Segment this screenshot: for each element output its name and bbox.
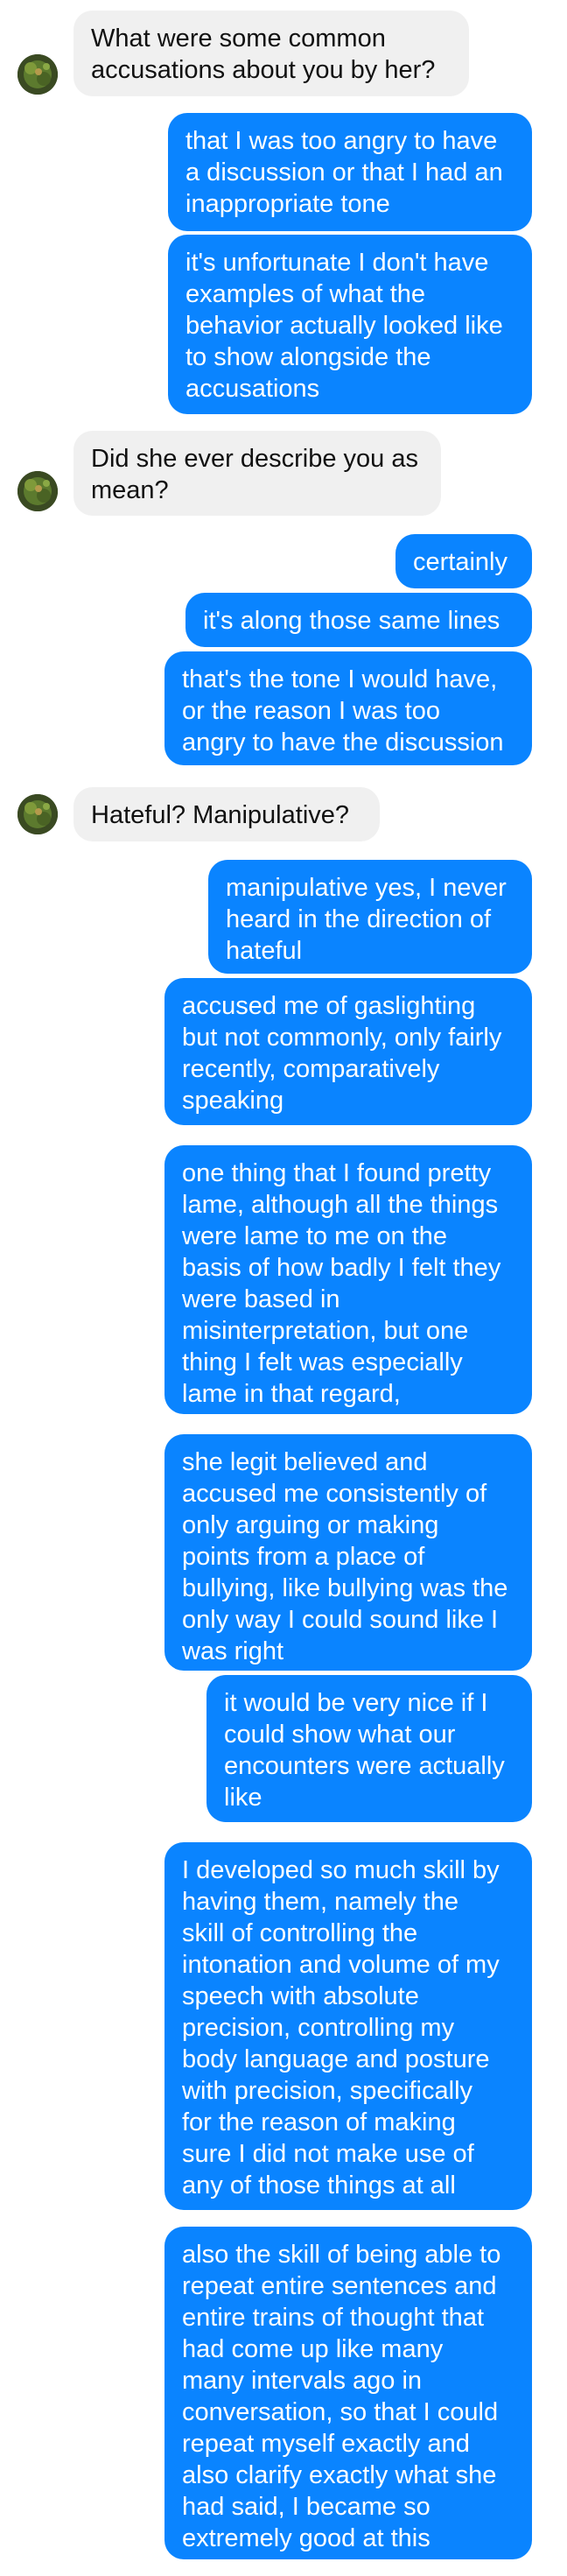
outgoing-message[interactable]: also the skill of being able to repeat e… (164, 2227, 532, 2559)
contact-avatar[interactable] (18, 54, 58, 95)
outgoing-message[interactable]: accused me of gaslighting but not common… (164, 978, 532, 1125)
incoming-message[interactable]: Did she ever describe you as mean? (74, 431, 441, 516)
outgoing-message[interactable]: manipulative yes, I never heard in the d… (208, 860, 532, 974)
outgoing-message[interactable]: certainly (396, 534, 532, 588)
outgoing-message[interactable]: one thing that I found pretty lame, alth… (164, 1145, 532, 1414)
outgoing-message[interactable]: it would be very nice if I could show wh… (206, 1675, 532, 1822)
contact-avatar[interactable] (18, 471, 58, 511)
profile-photo-icon (18, 471, 58, 511)
incoming-message[interactable]: What were some common accusations about … (74, 11, 469, 96)
profile-photo-icon (18, 54, 58, 95)
outgoing-message[interactable]: it's unfortunate I don't have examples o… (168, 235, 532, 414)
incoming-message[interactable]: Hateful? Manipulative? (74, 787, 380, 841)
profile-photo-icon (18, 794, 58, 834)
outgoing-message[interactable]: she legit believed and accused me consis… (164, 1434, 532, 1671)
outgoing-message[interactable]: I developed so much skill by having them… (164, 1842, 532, 2210)
contact-avatar[interactable] (18, 794, 58, 834)
outgoing-message[interactable]: it's along those same lines (186, 593, 532, 647)
outgoing-message[interactable]: that's the tone I would have, or the rea… (164, 651, 532, 765)
outgoing-message[interactable]: that I was too angry to have a discussio… (168, 113, 532, 231)
